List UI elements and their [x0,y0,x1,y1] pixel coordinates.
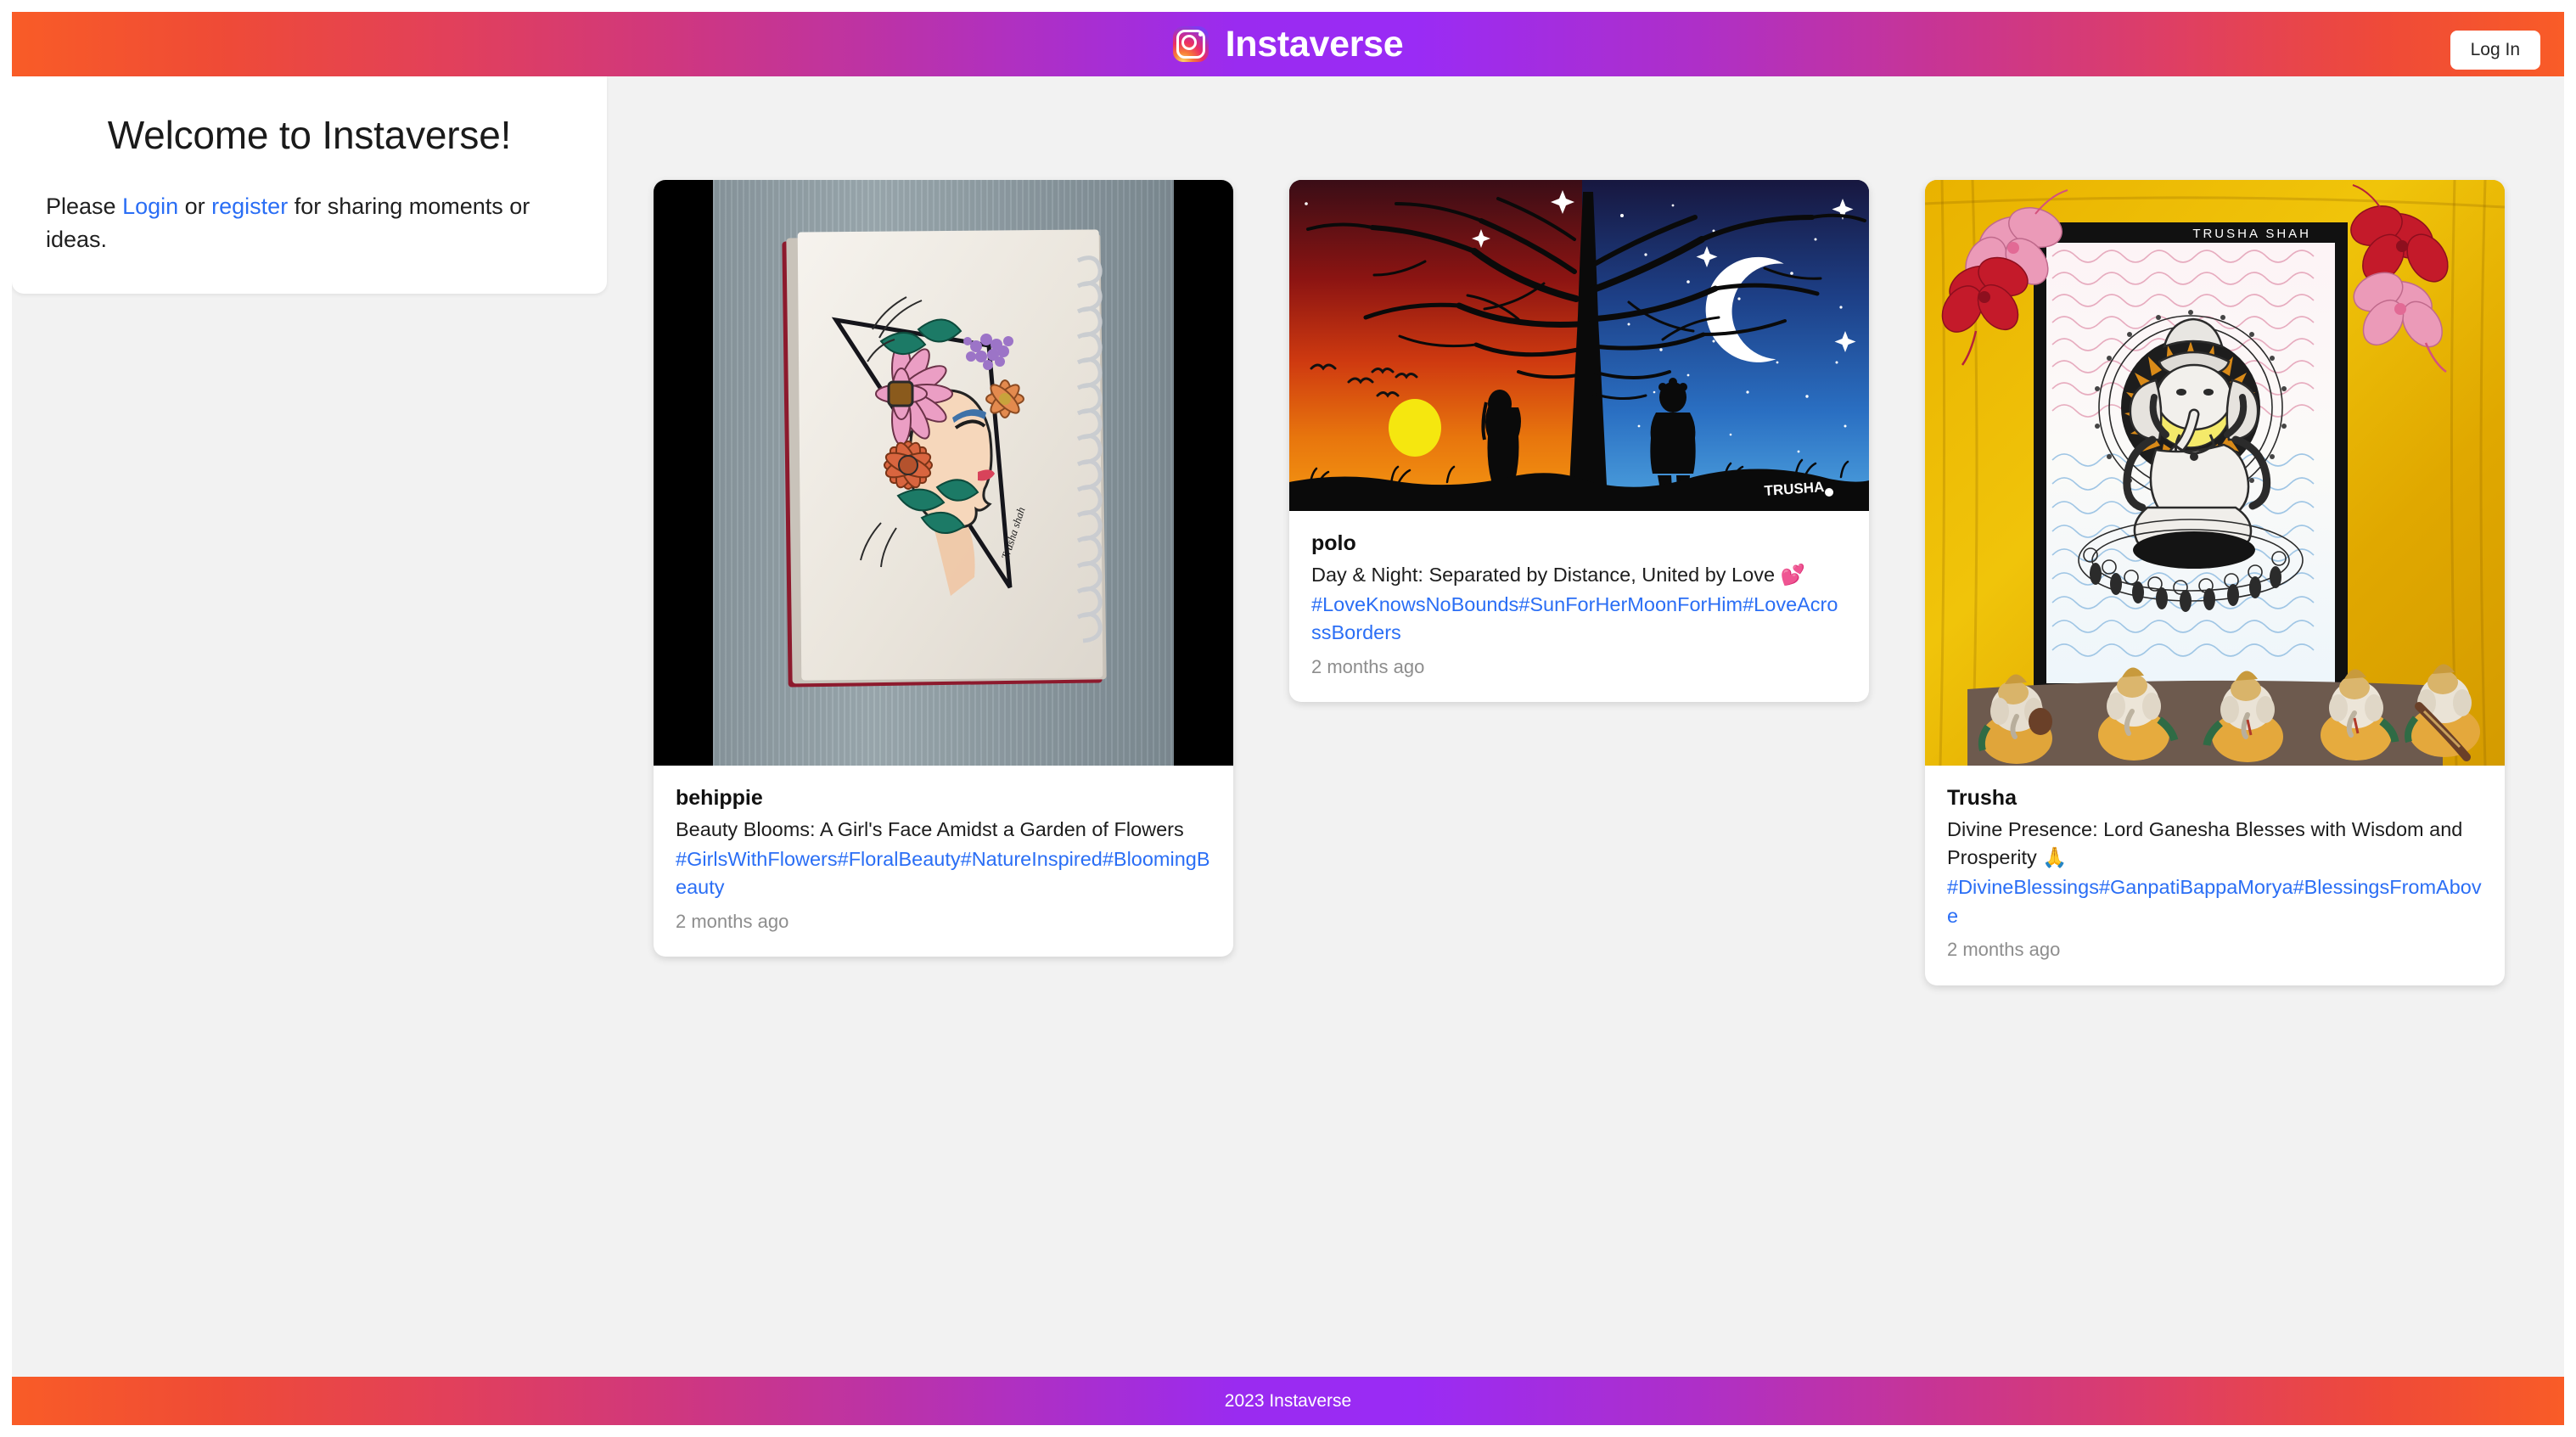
app-viewport: Instaverse Log In Welcome to Instaverse!… [12,12,2564,1425]
instagram-icon [1172,26,1209,62]
post-username[interactable]: polo [1311,530,1847,558]
post-caption: Day & Night: Separated by Distance, Unit… [1311,563,1805,586]
post-timestamp: 2 months ago [1311,655,1425,677]
app-title: Instaverse [1225,23,1404,65]
artwork-label: TRUSHA SHAH [2192,227,2311,241]
post-body: behippie Beauty Blooms: A Girl's Face Am… [654,766,1233,957]
post-body: polo Day & Night: Separated by Distance,… [1289,511,1869,702]
post-hashtags[interactable]: #GirlsWithFlowers#FloralBeauty#NatureIns… [676,845,1211,902]
register-link[interactable]: register [211,194,288,219]
post-feed: Trusha shah behippie Beauty Blooms: A Gi… [654,180,2560,985]
welcome-text-middle: or [178,194,212,219]
post-caption: Divine Presence: Lord Ganesha Blesses wi… [1947,817,2463,868]
post-hashtags[interactable]: #DivineBlessings#GanpatiBappaMorya#Bless… [1947,873,2483,930]
brand[interactable]: Instaverse [1172,23,1404,65]
footer-text: 2023 Instaverse [1224,1390,1352,1411]
post-image-day-night[interactable]: TRUSHA [1289,180,1869,511]
post-username[interactable]: behippie [676,784,1211,812]
post-timestamp: 2 months ago [1947,938,2061,960]
login-link[interactable]: Login [122,194,178,219]
post-timestamp: 2 months ago [676,910,789,932]
app-footer: 2023 Instaverse [12,1377,2564,1425]
post-card[interactable]: Trusha shah behippie Beauty Blooms: A Gi… [654,180,1233,957]
post-username[interactable]: Trusha [1947,784,2483,812]
welcome-text-before: Please [46,194,123,219]
post-hashtags[interactable]: #LoveKnowsNoBounds#SunForHerMoonForHim#L… [1311,591,1847,648]
post-body: Trusha Divine Presence: Lord Ganesha Ble… [1925,766,2505,985]
welcome-heading: Welcome to Instaverse! [107,113,512,157]
log-in-button[interactable]: Log In [2450,31,2540,70]
post-card[interactable]: TRUSHA polo Day & Night: Separated by Di… [1289,180,1869,703]
post-caption: Beauty Blooms: A Girl's Face Amidst a Ga… [676,817,1184,840]
app-page: Instaverse Log In Welcome to Instaverse!… [0,0,2576,1437]
post-image-ganesha[interactable]: TRUSHA SHAH [1925,180,2505,766]
post-card[interactable]: TRUSHA SHAH Trusha Divine Presence: Lord… [1925,180,2505,985]
welcome-panel: Welcome to Instaverse! Please Login or r… [12,76,607,295]
post-image-sketchbook[interactable]: Trusha shah [654,180,1233,766]
app-header: Instaverse Log In [12,12,2564,76]
welcome-text: Please Login or register for sharing mom… [46,190,573,256]
